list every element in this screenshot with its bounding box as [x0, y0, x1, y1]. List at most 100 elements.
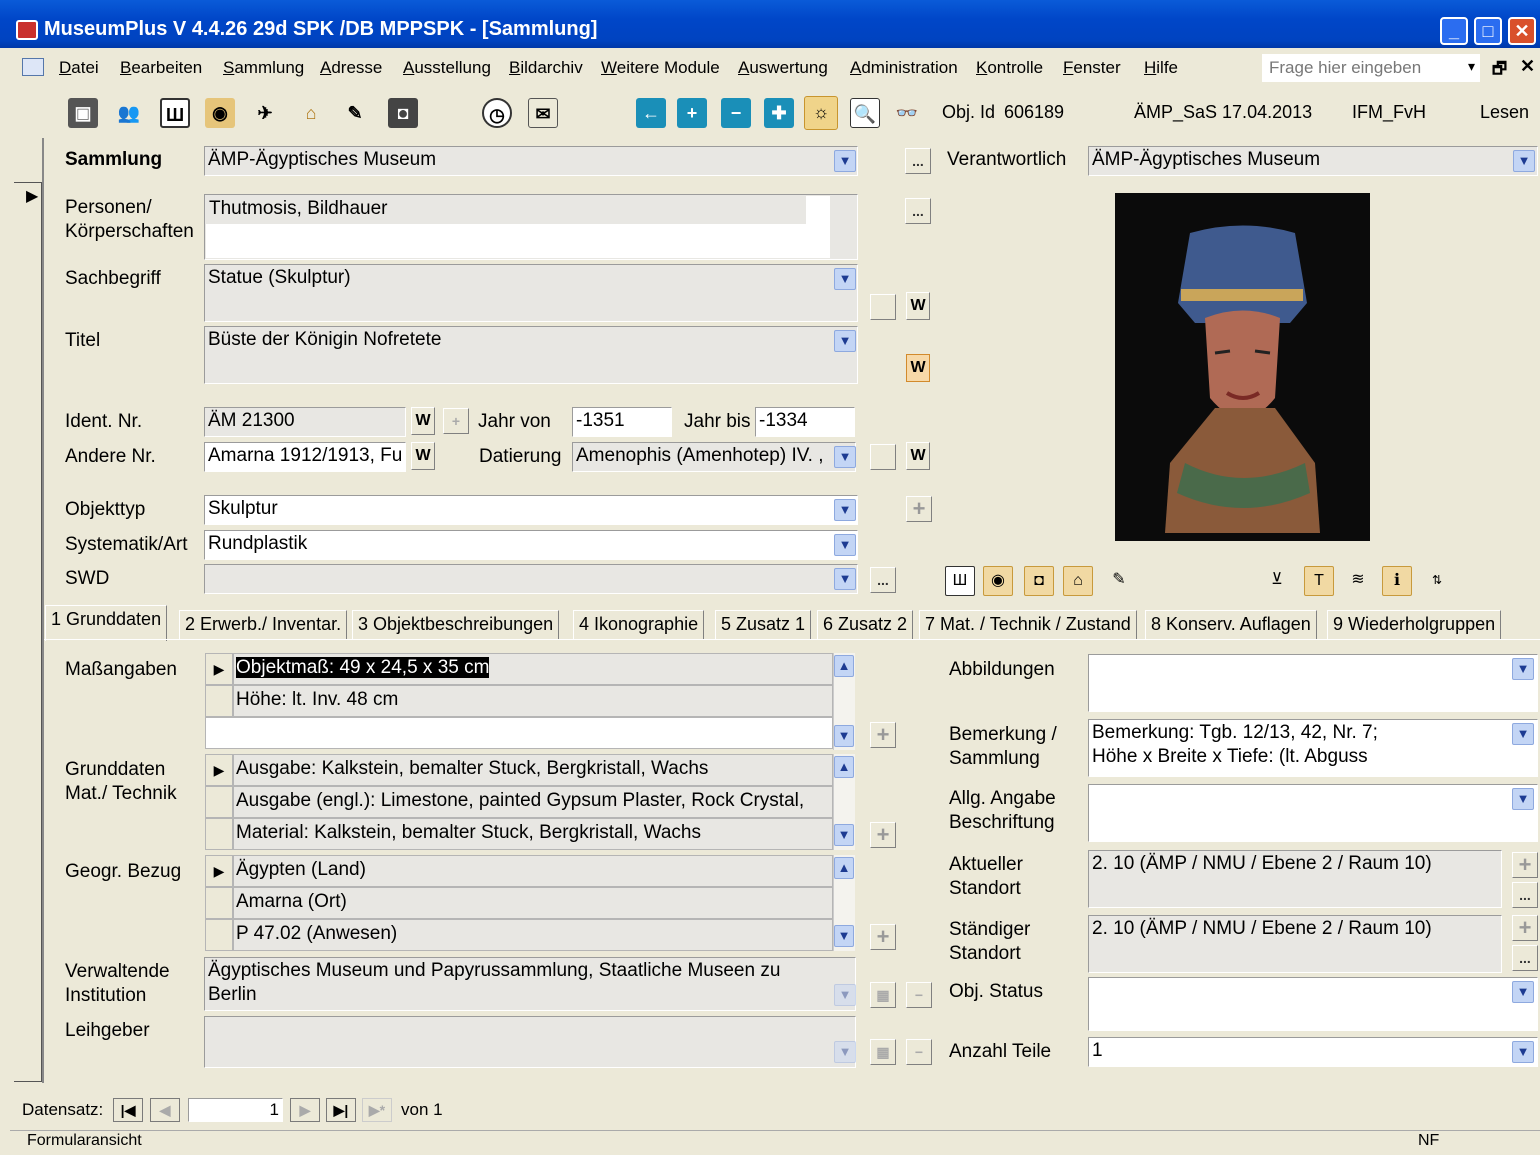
scroll-up-icon[interactable]: ▲ — [834, 756, 854, 778]
objekttyp-dropdown-arrow-icon[interactable]: ▼ — [834, 499, 856, 521]
layers-icon[interactable]: ≋ — [1343, 566, 1373, 596]
menu-weitere-module[interactable]: Weitere Module — [601, 58, 720, 78]
paper-plane-icon[interactable]: ✈ — [250, 98, 280, 128]
personen-new-row[interactable] — [206, 224, 830, 258]
record-number-input[interactable]: 1 — [188, 1098, 283, 1122]
menu-datei[interactable]: Datei — [59, 58, 99, 78]
clock-icon[interactable]: ◷ — [482, 98, 512, 128]
restore-child-icon[interactable]: 🗗 — [1492, 58, 1507, 85]
sammlung-dots-button[interactable]: ... — [905, 148, 931, 174]
first-record-icon[interactable]: |◀ — [113, 1098, 143, 1122]
systematik-dropdown-arrow-icon[interactable]: ▼ — [834, 534, 856, 556]
menu-hilfe[interactable]: Hilfe — [1144, 58, 1178, 78]
tab-grunddaten[interactable]: 1 Grunddaten — [45, 605, 168, 641]
institution-lookup-icon[interactable]: ▦ — [870, 982, 896, 1008]
jahr-von-field[interactable]: -1351 — [572, 407, 672, 437]
masse-row[interactable]: ▶ Objektmaß: 49 x 24,5 x 35 cm — [205, 653, 833, 685]
ident-plus-button[interactable]: + — [443, 408, 469, 434]
tab-objektbeschreibungen[interactable]: 3 Objektbeschreibungen — [352, 610, 560, 640]
sort-icon[interactable]: ⇅ — [1422, 566, 1452, 596]
leihgeber-dropdown-arrow-icon[interactable]: ▼ — [834, 1041, 856, 1063]
menu-kontrolle[interactable]: Kontrolle — [976, 58, 1043, 78]
leihgeber-field[interactable] — [204, 1016, 856, 1068]
minimize-button[interactable]: _ — [1440, 17, 1468, 45]
preview-icon[interactable]: 🔍 — [850, 98, 880, 128]
mat-row-value[interactable]: Ausgabe (engl.): Limestone, painted Gyps… — [233, 786, 833, 818]
swd-select[interactable] — [204, 564, 858, 594]
datierung-blank-button[interactable] — [870, 444, 896, 470]
tab-wiederholgruppen[interactable]: 9 Wiederholgruppen — [1327, 610, 1502, 640]
beschriftung-dropdown-arrow-icon[interactable]: ▼ — [1512, 788, 1534, 810]
ident-field[interactable]: ÄM 21300 — [204, 407, 406, 437]
titel-field[interactable]: Büste der Königin Nofretete — [204, 326, 858, 384]
aktueller-standort-dots-button[interactable]: ... — [1512, 882, 1538, 908]
andere-nr-w-button[interactable]: W — [411, 442, 435, 470]
geo-row-value[interactable]: Ägypten (Land) — [233, 855, 833, 887]
anzahl-teile-dropdown-arrow-icon[interactable]: ▼ — [1512, 1041, 1534, 1063]
objekttyp-select[interactable]: Skulptur — [204, 495, 858, 525]
row-selector[interactable] — [205, 786, 233, 818]
tab-zusatz2[interactable]: 6 Zusatz 2 — [817, 610, 914, 640]
scroll-up-icon[interactable]: ▲ — [834, 857, 854, 879]
masse-scrollbar[interactable]: ▲ ▼ — [833, 653, 855, 750]
copy-record-icon[interactable]: ✚ — [764, 98, 794, 128]
house-icon[interactable]: ⌂ — [296, 98, 326, 128]
datierung-dropdown-arrow-icon[interactable]: ▼ — [834, 446, 856, 468]
highlight-icon[interactable]: ☼ — [804, 96, 838, 130]
brush-icon[interactable]: ✎ — [340, 98, 370, 128]
book-small-icon[interactable]: Ш — [945, 566, 975, 596]
scroll-down-icon[interactable]: ▼ — [834, 925, 854, 947]
mat-scrollbar[interactable]: ▲ ▼ — [833, 754, 855, 850]
staendiger-standort-dots-button[interactable]: ... — [1512, 945, 1538, 971]
swd-dropdown-arrow-icon[interactable]: ▼ — [834, 568, 856, 590]
verantwortlich-dropdown-arrow-icon[interactable]: ▼ — [1513, 150, 1535, 172]
mat-row-value[interactable]: Material: Kalkstein, bemalter Stuck, Ber… — [233, 818, 833, 850]
menu-sammlung[interactable]: Sammlung — [223, 58, 304, 78]
andere-nr-field[interactable]: Amarna 1912/1913, Fu — [204, 442, 406, 472]
sammlung-select[interactable]: ÄMP-Ägyptisches Museum — [204, 146, 858, 176]
tab-ikonographie[interactable]: 4 Ikonographie — [573, 610, 705, 640]
text-icon[interactable]: T — [1304, 566, 1334, 596]
menu-bildarchiv[interactable]: Bildarchiv — [509, 58, 583, 78]
sachbegriff-w-button[interactable]: W — [906, 292, 930, 320]
scroll-down-icon[interactable]: ▼ — [834, 824, 854, 846]
book-icon[interactable]: Ш — [160, 98, 190, 128]
row-selector[interactable] — [205, 685, 233, 717]
ident-w-button[interactable]: W — [411, 407, 435, 435]
abbildungen-dropdown-arrow-icon[interactable]: ▼ — [1512, 658, 1534, 680]
new-record-icon[interactable]: ▶* — [362, 1098, 392, 1122]
masse-row-value[interactable] — [205, 717, 833, 749]
menu-administration[interactable]: Administration — [850, 58, 958, 78]
eye-icon[interactable]: ◉ — [205, 98, 235, 128]
tab-mat-technik[interactable]: 7 Mat. / Technik / Zustand — [919, 610, 1137, 640]
film-icon[interactable]: ▣ — [68, 98, 98, 128]
back-arrow-icon[interactable]: ← — [636, 98, 666, 128]
anzahl-teile-field[interactable]: 1 — [1088, 1037, 1538, 1067]
mat-row[interactable]: ▶ Ausgabe: Kalkstein, bemalter Stuck, Be… — [205, 754, 833, 786]
info-icon[interactable]: ℹ — [1382, 566, 1412, 596]
menu-ausstellung[interactable]: Ausstellung — [403, 58, 491, 78]
persons-icon[interactable]: 👥 — [114, 98, 144, 128]
close-child-icon[interactable]: ✕ — [1520, 56, 1535, 77]
titel-dropdown-arrow-icon[interactable]: ▼ — [834, 330, 856, 352]
binoculars-icon[interactable]: 👓 — [892, 98, 922, 128]
scroll-down-icon[interactable]: ▼ — [834, 725, 854, 747]
mail-icon[interactable]: ✉ — [528, 98, 558, 128]
maximize-button[interactable]: □ — [1474, 17, 1502, 45]
mat-row[interactable]: Ausgabe (engl.): Limestone, painted Gyps… — [205, 786, 833, 818]
masse-row[interactable]: Höhe: lt. Inv. 48 cm — [205, 685, 833, 717]
scroll-up-icon[interactable]: ▲ — [834, 655, 854, 677]
masse-row[interactable] — [205, 717, 833, 749]
house-small-icon[interactable]: ⌂ — [1063, 566, 1093, 596]
help-dropdown-arrow-icon[interactable]: ▾ — [1468, 58, 1475, 75]
menu-adresse[interactable]: Adresse — [320, 58, 382, 78]
abbildungen-field[interactable] — [1088, 654, 1538, 712]
add-record-icon[interactable]: + — [677, 98, 707, 128]
geo-row[interactable]: P 47.02 (Anwesen) — [205, 919, 833, 951]
masse-row-value[interactable]: Objektmaß: 49 x 24,5 x 35 cm — [233, 653, 833, 685]
jahr-bis-field[interactable]: -1334 — [755, 407, 855, 437]
mat-row[interactable]: Material: Kalkstein, bemalter Stuck, Ber… — [205, 818, 833, 850]
verantwortlich-select[interactable]: ÄMP-Ägyptisches Museum — [1088, 146, 1538, 176]
menu-bearbeiten[interactable]: Bearbeiten — [120, 58, 202, 78]
mat-add-icon[interactable]: + — [870, 822, 896, 848]
